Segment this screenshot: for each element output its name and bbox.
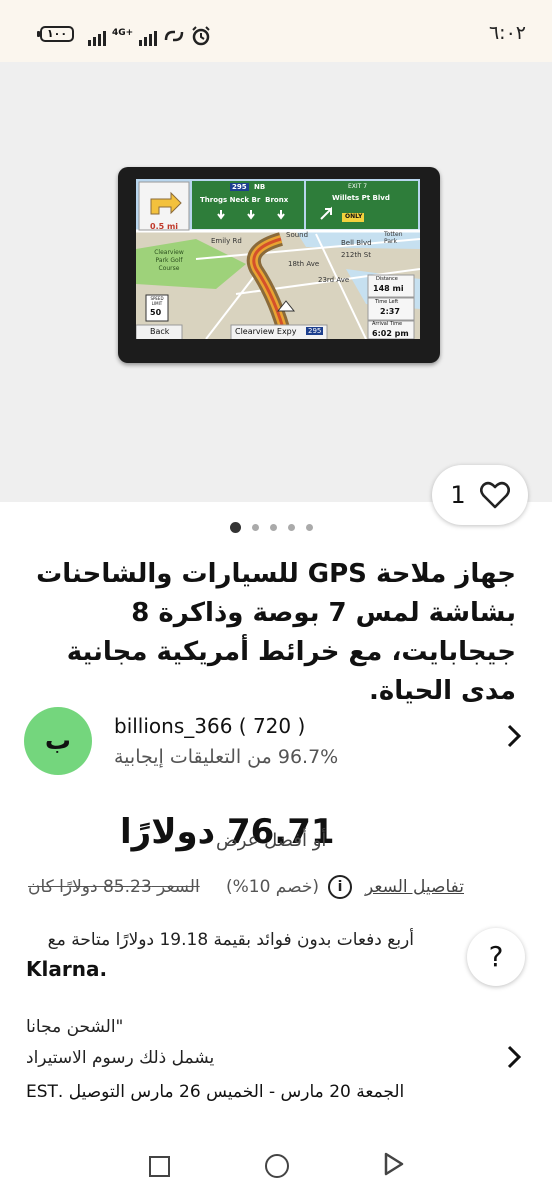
gps-sign1-text: Throgs Neck Br Bronx	[200, 196, 289, 204]
gps-sign2-only: ONLY	[345, 213, 363, 220]
info-icon[interactable]: i	[328, 875, 352, 899]
gps-sign1-route: 295	[230, 183, 249, 191]
gps-time-left-value: 2:37	[380, 307, 400, 316]
back-button[interactable]	[383, 1152, 405, 1180]
pagination-dot-active[interactable]	[230, 522, 241, 533]
heart-icon	[479, 481, 510, 509]
gps-speed-label: SPEED LIMIT	[150, 296, 164, 306]
status-icons: 4G+	[88, 22, 211, 46]
gps-street: Totten Park	[384, 231, 403, 245]
pagination-dot[interactable]	[270, 524, 277, 531]
signal-icon	[88, 31, 106, 46]
gps-street: Emily Rd	[211, 237, 242, 245]
battery-icon: ١٠٠	[37, 26, 74, 42]
klarna-installments: أربع دفعات بدون فوائد بقيمة 19.18 دولارً…	[47, 930, 414, 950]
original-price: السعر 85.23 دولارًا كان	[28, 877, 200, 897]
gps-sign2-exit: EXIT 7	[348, 183, 368, 190]
gps-park-label: Clearview Park Golf Course	[154, 249, 184, 272]
battery-level: ١٠٠	[46, 27, 68, 40]
pagination-dot[interactable]	[288, 524, 295, 531]
seller-rating: 96.7% من التعليقات إيجابية	[114, 746, 339, 768]
clock: ٦:٠٢	[488, 22, 526, 44]
seller-avatar: ب	[24, 707, 92, 775]
chevron-right-icon	[505, 722, 523, 757]
system-nav-bar	[0, 1130, 552, 1195]
shipping-import-fees: يشمل ذلك رسوم الاستيراد	[26, 1048, 215, 1068]
help-button[interactable]: ?	[467, 928, 525, 986]
gps-street: Sound	[286, 231, 309, 239]
price-details-row: تفاصيل السعر i (خصم 10%) السعر 85.23 دول…	[28, 875, 464, 909]
klarna-logo: Klarna.	[26, 957, 108, 981]
link-icon	[164, 30, 184, 42]
price-details-link[interactable]: تفاصيل السعر	[365, 877, 464, 897]
seller-name: billions_366 ( 720 )	[114, 714, 306, 738]
gps-time-left-label: Time Left	[375, 299, 399, 305]
signal-icon-2	[139, 31, 158, 46]
like-button[interactable]: 1	[432, 465, 528, 525]
product-title: جهاز ملاحة GPS للسيارات والشاحنات بشاشة …	[36, 559, 516, 706]
chevron-right-icon[interactable]	[505, 1043, 523, 1078]
gps-distance-value: 148 mi	[373, 284, 404, 293]
gps-device-image: 0.5 mi 295 NB Throgs Neck Br Bronx EXIT …	[118, 167, 440, 363]
shipping-delivery-dates: الجمعة 20 مارس - الخميس 26 مارس التوصيل …	[26, 1082, 405, 1102]
gps-back-button: Back	[150, 327, 170, 336]
gps-turn-distance: 0.5 mi	[150, 222, 179, 231]
gps-arrival-label: Arrival Time	[372, 321, 403, 327]
pagination-dot[interactable]	[252, 524, 259, 531]
gps-distance-label: Distance	[376, 276, 398, 282]
seller-row[interactable]: ب billions_366 ( 720 ) 96.7% من التعليقا…	[0, 702, 552, 782]
like-count: 1	[450, 481, 466, 509]
home-button[interactable]	[265, 1154, 289, 1178]
gps-street: Bell Blvd	[341, 239, 372, 247]
gps-sign2-text: Willets Pt Blvd	[332, 194, 390, 202]
network-type: 4G+	[112, 28, 134, 38]
gps-road-shield: 295	[306, 327, 324, 335]
discount-label: (خصم 10%)	[225, 877, 319, 897]
best-offer-label: أو أفضل عرض	[216, 830, 327, 851]
gps-street: 212th St	[341, 251, 371, 259]
product-image-carousel[interactable]: 0.5 mi 295 NB Throgs Neck Br Bronx EXIT …	[0, 62, 552, 502]
status-bar: ١٠٠ 4G+ ٦:٠٢	[0, 0, 552, 62]
pagination-dot[interactable]	[306, 524, 313, 531]
shipping-free: "الشحن مجانا	[26, 1017, 124, 1037]
gps-arrival-value: 6:02 pm	[372, 329, 409, 338]
image-pagination[interactable]	[230, 522, 313, 533]
gps-speed-value: 50	[150, 308, 162, 317]
recent-apps-button[interactable]	[149, 1156, 170, 1177]
alarm-icon	[192, 26, 210, 46]
gps-street: 23rd Ave	[318, 276, 350, 284]
gps-screen: 0.5 mi 295 NB Throgs Neck Br Bronx EXIT …	[136, 179, 420, 339]
gps-sign1-dir: NB	[254, 183, 266, 191]
gps-street: 18th Ave	[288, 260, 320, 268]
gps-road-label: Clearview Expy	[235, 327, 297, 336]
back-triangle-icon	[384, 1152, 404, 1176]
